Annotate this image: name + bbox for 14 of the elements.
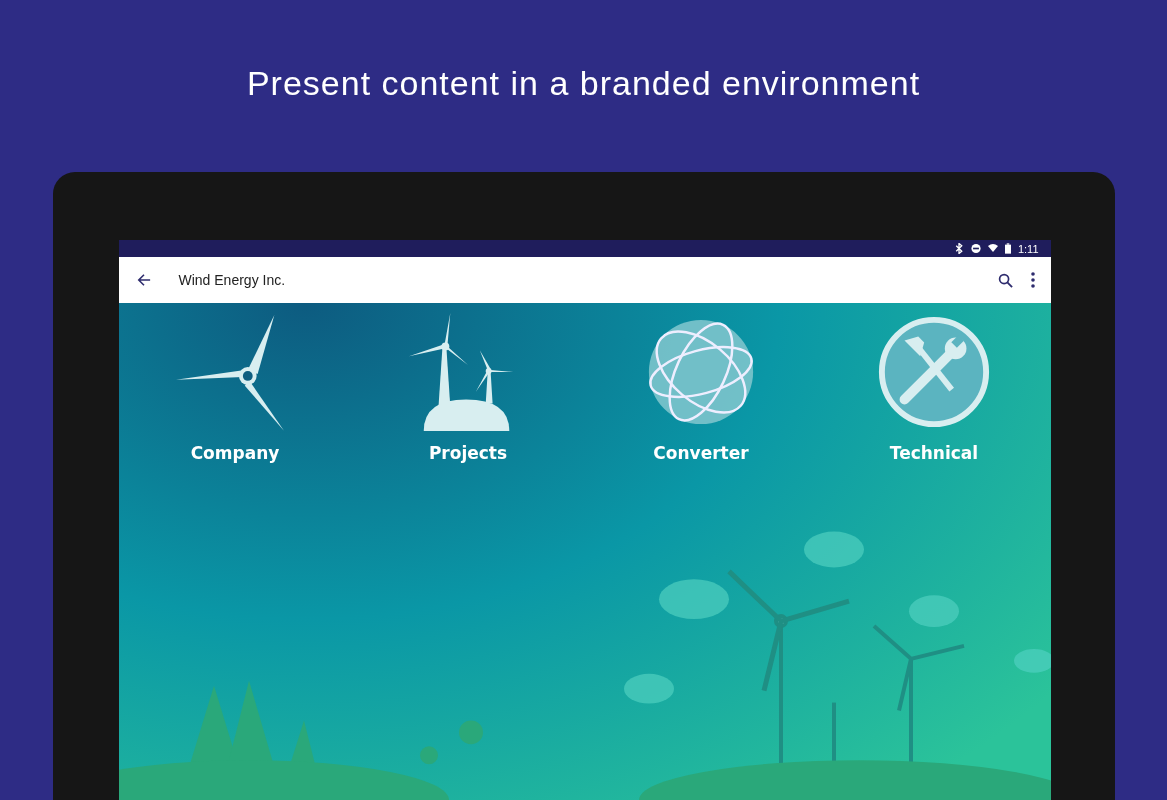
category-tile[interactable]: Converter	[584, 313, 818, 463]
bluetooth-icon	[953, 243, 964, 254]
search-icon	[997, 272, 1013, 288]
app-title: Wind Energy Inc.	[178, 272, 286, 288]
battery-icon	[1004, 243, 1011, 254]
category-tile[interactable]: Projects	[351, 313, 585, 463]
back-arrow-icon	[136, 273, 151, 287]
do-not-disturb-icon	[970, 243, 981, 254]
category-tile[interactable]: Company	[118, 313, 352, 463]
wifi-icon	[987, 243, 998, 254]
status-time: 1:11	[1017, 242, 1039, 255]
headline: Present content in a branded environment	[246, 64, 921, 104]
more-vertical-icon	[1030, 272, 1035, 288]
category-tile[interactable]: Technical	[817, 313, 1051, 463]
